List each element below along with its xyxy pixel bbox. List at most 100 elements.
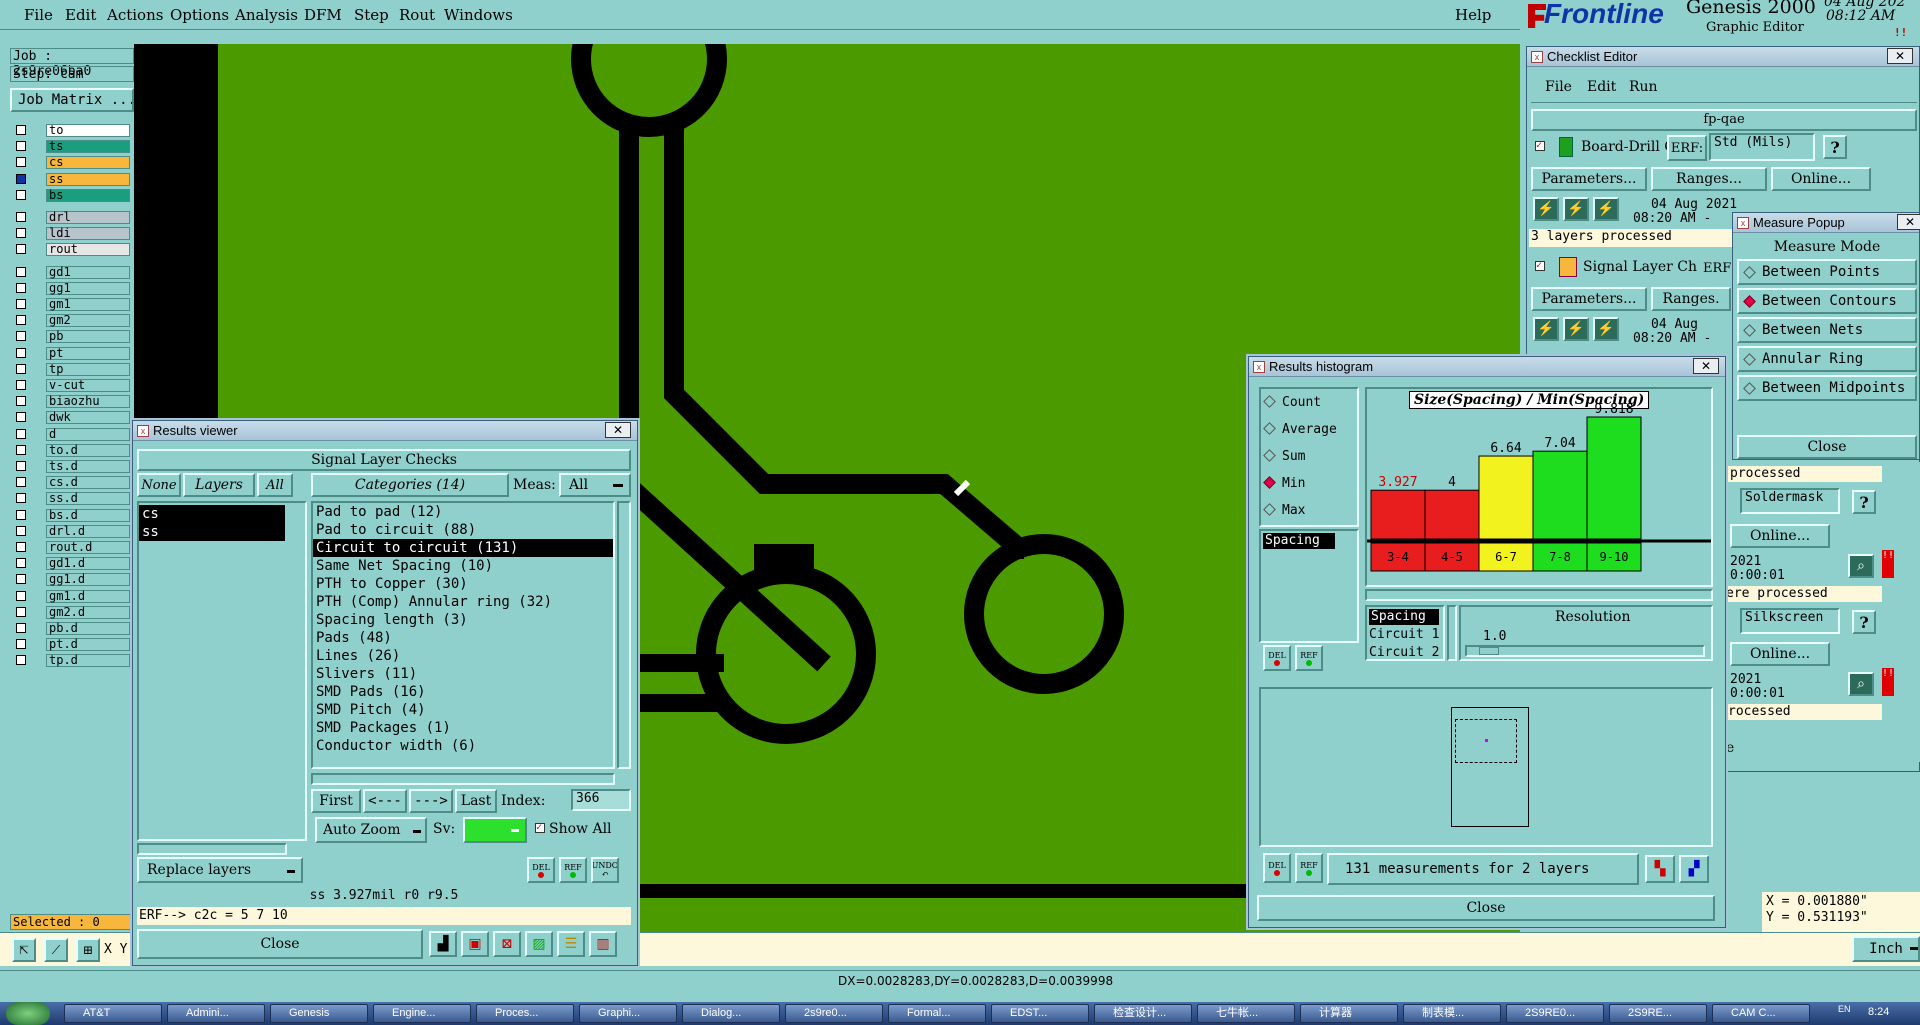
layer-name[interactable]: to [46,124,130,137]
measure-mode-annular-ring[interactable]: Annular Ring [1737,346,1917,372]
layer-name[interactable]: rout [46,243,130,257]
layer-checkbox[interactable] [16,173,26,184]
run-icon-f[interactable]: ⚡ [1593,317,1619,341]
hist-mode-sum[interactable]: Sum [1263,449,1305,464]
layer-checkbox[interactable] [16,623,26,633]
layer-checkbox[interactable] [16,331,26,342]
measure-mode-between-points[interactable]: Between Points [1737,259,1917,285]
layer-row-ts[interactable]: ts [16,140,134,154]
menu-edit[interactable]: Edit [65,6,96,24]
layer-row-d[interactable]: d [16,427,134,441]
next-button[interactable]: ---> [409,789,453,813]
histogram-hscroll[interactable] [1365,589,1713,601]
layer-row-drl[interactable]: drl [16,211,134,224]
close-button[interactable]: Close [137,929,423,959]
field-circuit-2[interactable]: Circuit 2 [1369,645,1439,660]
layer-row-gd1[interactable]: gd1 [16,265,134,279]
layer-name[interactable]: cs [46,156,130,170]
layer-row-rout-d[interactable]: rout.d [16,541,134,554]
layer-row-ldi[interactable]: ldi [16,227,134,241]
layer-checkbox[interactable] [16,266,26,277]
help-icon[interactable]: ? [1823,135,1847,159]
menu-rout[interactable]: Rout [399,6,435,24]
layer-name[interactable]: cs.d [46,476,130,490]
layer-checkbox[interactable] [16,363,26,374]
taskbar-item[interactable]: Proces... [476,1004,574,1023]
layer-checkbox[interactable] [16,655,26,666]
layer-checkbox[interactable] [16,189,26,200]
layer-name[interactable]: pt.d [46,638,130,652]
zoom-icon-2[interactable]: ⌕ [1848,672,1874,696]
help-icon-3[interactable]: ? [1852,610,1876,634]
help-icon-2[interactable]: ? [1852,490,1876,514]
taskbar-item[interactable]: AT&T [64,1004,162,1023]
category-item[interactable]: Spacing length (3) [313,611,613,629]
layer-row-pt[interactable]: pt [16,346,134,360]
layer-checkbox[interactable] [16,428,26,439]
taskbar-item[interactable]: 2s9re0... [785,1004,883,1023]
measure-type-spacing[interactable]: Spacing [1263,533,1335,549]
category-item[interactable]: Circuit to circuit (131) [313,539,613,557]
export-icon-1[interactable]: ▚ [1645,855,1675,883]
layer-name[interactable]: ts [46,140,130,154]
histogram-bar[interactable] [1478,455,1534,540]
first-button[interactable]: First [311,789,361,813]
run-icon-b[interactable]: ⚡ [1563,197,1589,221]
layer-checkbox[interactable] [16,525,26,536]
layer-name[interactable]: ss.d [46,492,130,506]
tool-icon-5[interactable]: ☰ [557,931,585,957]
check1-online[interactable]: Online... [1771,167,1871,191]
histogram-bar[interactable] [1424,489,1480,540]
histogram-close-button[interactable]: Close [1257,895,1715,921]
category-item[interactable]: Lines (26) [313,647,613,665]
layer-row-bs[interactable]: bs [16,188,134,202]
check-enable-checkbox-2[interactable]: ✓ [1535,261,1545,271]
check1-params[interactable]: Parameters... [1531,167,1647,191]
none-button[interactable]: None [137,473,181,497]
layer-name[interactable]: ts.d [46,460,130,473]
menu-step[interactable]: Step [354,6,389,24]
tool-icon-6[interactable]: ▥ [589,931,617,957]
last-button[interactable]: Last [455,789,497,813]
layer-row-gm2-d[interactable]: gm2.d [16,605,134,619]
menu-file[interactable]: File [24,6,53,24]
category-item[interactable]: Same Net Spacing (10) [313,557,613,575]
layer-checkbox[interactable] [16,282,26,293]
layer-row-pt-d[interactable]: pt.d [16,638,134,652]
layer-name[interactable]: gd1 [46,265,130,279]
tray-clock[interactable]: 8:24 [1868,1006,1889,1018]
layer-row-tp[interactable]: tp [16,362,134,376]
taskbar-item[interactable]: 计算器 [1300,1004,1398,1023]
checklist-menu-file[interactable]: File [1545,79,1572,95]
layer-row-bs-d[interactable]: bs.d [16,508,134,522]
menu-help[interactable]: Help [1455,6,1491,24]
layer-name[interactable]: dwk [46,411,130,425]
field-circuit-1[interactable]: Circuit 1 [1369,627,1439,642]
hist-ref-button[interactable]: REF [1295,645,1323,671]
start-button[interactable] [6,1002,50,1025]
layer-checkbox[interactable] [16,125,26,135]
layer-row-pb-d[interactable]: pb.d [16,622,134,635]
layer-name[interactable]: pt [46,346,130,360]
layer-name[interactable]: bs.d [46,508,130,522]
layer-name[interactable]: ss [46,172,130,186]
taskbar-item[interactable]: 2S9RE0... [1506,1004,1604,1023]
layer-name[interactable]: gm1 [46,298,130,311]
category-item[interactable]: Pad to pad (12) [313,503,613,521]
measure-close-button[interactable]: Close [1737,435,1917,459]
layer-row-rout[interactable]: rout [16,243,134,257]
result-layer-item[interactable]: cs [139,505,285,523]
layer-row-gg1-d[interactable]: gg1.d [16,573,134,587]
check1-ranges[interactable]: Ranges... [1651,167,1767,191]
layer-name[interactable]: gm1.d [46,589,130,603]
categories-vscroll[interactable] [617,501,631,769]
layer-checkbox[interactable] [16,444,26,455]
layer-name[interactable]: to.d [46,443,130,457]
close-icon[interactable]: ✕ [1887,48,1913,64]
partial-online-1[interactable]: Online... [1730,524,1830,548]
layer-checkbox[interactable] [16,299,26,309]
index-input[interactable]: 366 [571,789,631,811]
layer-checkbox[interactable] [16,212,26,222]
layer-name[interactable]: pb.d [46,622,130,635]
layer-checkbox[interactable] [16,590,26,601]
